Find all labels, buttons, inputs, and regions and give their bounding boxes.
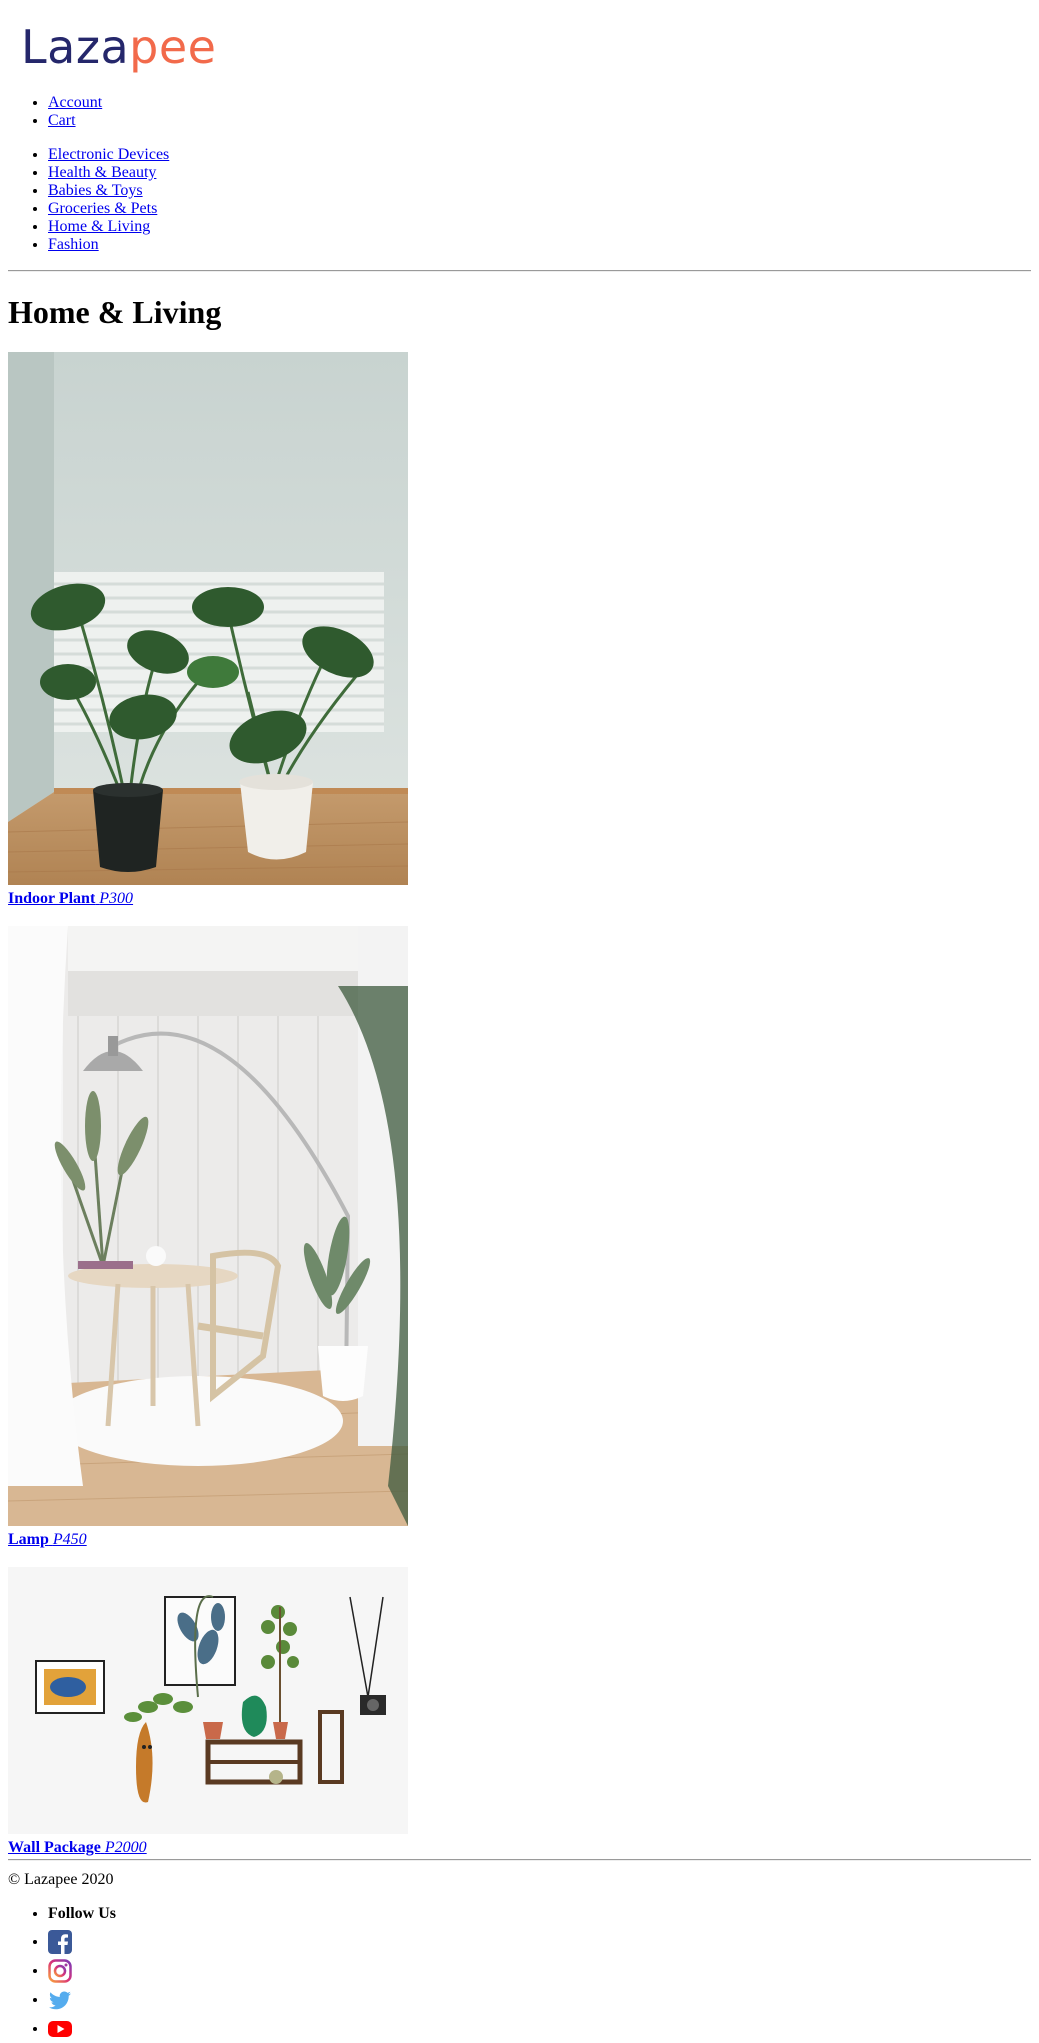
page-title: Home & Living [8, 294, 222, 330]
product-name: Indoor Plant [8, 890, 96, 907]
category-item: Fashion [48, 236, 1031, 254]
category-item: Groceries & Pets [48, 200, 1031, 218]
product-image-indoor-plant[interactable] [8, 352, 408, 890]
social-list: Follow Us [8, 1905, 1031, 2043]
logo-text-part1: Laza [21, 20, 130, 74]
product-caption: Lamp P450 [8, 1531, 1031, 1549]
product-price: P2000 [104, 1839, 147, 1856]
facebook-icon[interactable] [48, 1930, 72, 1955]
product-card-lamp[interactable]: Lamp P450 [8, 926, 1031, 1549]
category-link-groceries-pets[interactable]: Groceries & Pets [48, 200, 157, 217]
product-name: Lamp [8, 1531, 49, 1548]
category-link-fashion[interactable]: Fashion [48, 236, 99, 253]
twitter-icon[interactable] [48, 1988, 72, 2012]
product-caption: Wall Package P2000 [8, 1839, 1031, 1857]
user-nav-item: Cart [48, 112, 1031, 130]
product-card-wall-package[interactable]: Wall Package P2000 [8, 1567, 1031, 1857]
product-image-wall-package[interactable] [8, 1567, 408, 1839]
follow-heading: Follow Us [48, 1905, 116, 1922]
category-link-electronic-devices[interactable]: Electronic Devices [48, 146, 169, 163]
product-price: P300 [99, 890, 134, 907]
social-item [48, 1985, 1031, 2014]
instagram-icon[interactable] [48, 1959, 72, 1984]
category-item: Home & Living [48, 218, 1031, 236]
youtube-icon[interactable] [48, 2017, 72, 2041]
social-item [48, 2014, 1031, 2043]
category-item: Electronic Devices [48, 146, 1031, 164]
user-nav-item: Account [48, 94, 1031, 112]
header: Lazapee [8, 0, 1031, 76]
category-link-health-beauty[interactable]: Health & Beauty [48, 164, 156, 181]
category-nav: Electronic Devices Health & Beauty Babie… [8, 146, 1031, 254]
logo-text-part2: pee [129, 20, 217, 74]
page: Lazapee Account Cart Electronic Devices … [0, 0, 1039, 2043]
instagram-link[interactable] [48, 1959, 72, 1984]
facebook-link[interactable] [48, 1930, 72, 1955]
youtube-link[interactable] [48, 2020, 72, 2038]
category-link-home-living[interactable]: Home & Living [48, 218, 150, 235]
product-name: Wall Package [8, 1839, 101, 1856]
user-nav: Account Cart [8, 94, 1031, 130]
copyright: © Lazapee 2020 [8, 1871, 114, 1888]
category-item: Babies & Toys [48, 182, 1031, 200]
twitter-link[interactable] [48, 1991, 72, 2010]
product-price: P450 [52, 1531, 87, 1548]
cart-link[interactable]: Cart [48, 112, 76, 129]
social-item [48, 1927, 1031, 1956]
product-image-lamp[interactable] [8, 926, 408, 1531]
product-card-indoor-plant[interactable]: Indoor Plant P300 [8, 352, 1031, 908]
follow-heading-item: Follow Us [48, 1905, 1031, 1923]
footer: © Lazapee 2020 Follow Us [8, 1871, 1031, 2043]
category-item: Health & Beauty [48, 164, 1031, 182]
account-link[interactable]: Account [48, 94, 102, 111]
divider [8, 1859, 1031, 1861]
product-caption: Indoor Plant P300 [8, 890, 1031, 908]
social-item [48, 1956, 1031, 1985]
logo[interactable]: Lazapee [8, 18, 216, 76]
category-link-babies-toys[interactable]: Babies & Toys [48, 182, 143, 199]
product-list: Indoor Plant P300 Lamp P450 Wall Package… [8, 352, 1031, 1857]
